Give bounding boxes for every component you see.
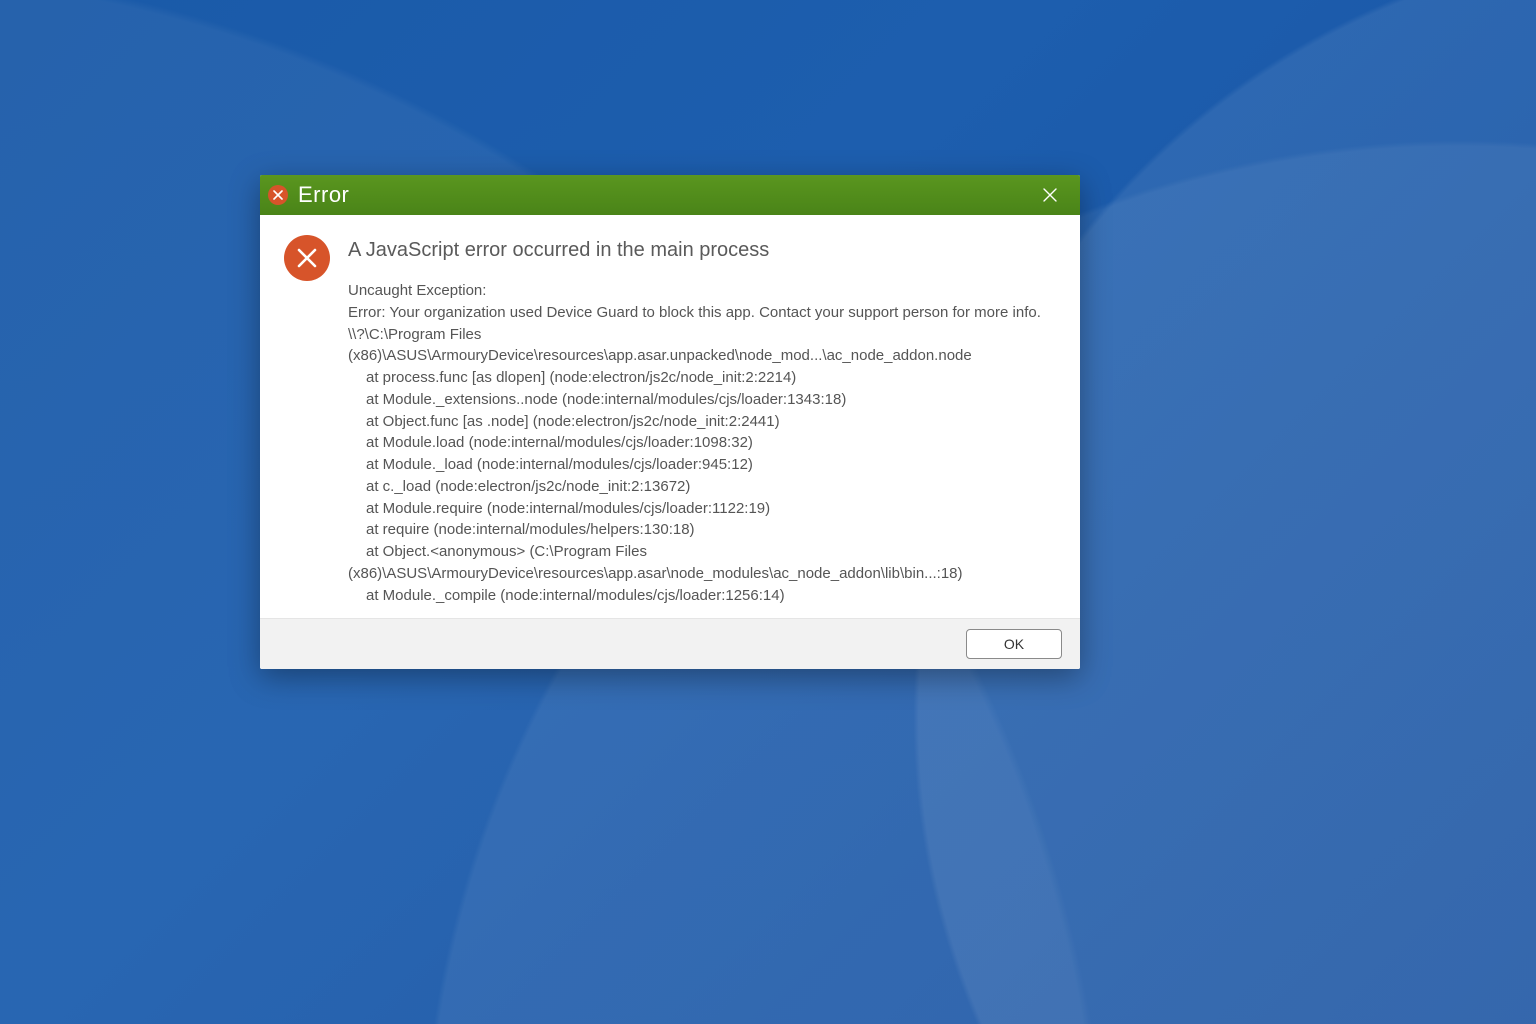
stack-line: at require (node:internal/modules/helper… — [348, 519, 1056, 541]
stack-line: at Object.func [as .node] (node:electron… — [348, 411, 1056, 433]
stack-line: at c._load (node:electron/js2c/node_init… — [348, 476, 1056, 498]
dialog-title: Error — [298, 182, 1030, 208]
error-icon — [284, 235, 330, 281]
stack-trace: Uncaught Exception: Error: Your organiza… — [348, 280, 1056, 606]
stack-line: at Module._load (node:internal/modules/c… — [348, 454, 1056, 476]
error-path: \\?\C:\Program Files (x86)\ASUS\ArmouryD… — [348, 324, 1056, 368]
stack-line: at Module.require (node:internal/modules… — [348, 498, 1056, 520]
stack-line: at Module.load (node:internal/modules/cj… — [348, 432, 1056, 454]
stack-line-wrapped: at Object.<anonymous> (C:\Program Files … — [348, 541, 1056, 585]
exception-label: Uncaught Exception: — [348, 280, 1056, 302]
dialog-content: A JavaScript error occurred in the main … — [348, 233, 1056, 606]
ok-button[interactable]: OK — [966, 629, 1062, 659]
stack-line: at process.func [as dlopen] (node:electr… — [348, 367, 1056, 389]
dialog-footer: OK — [260, 618, 1080, 669]
stack-line: at Module._compile (node:internal/module… — [348, 585, 1056, 607]
error-message: Error: Your organization used Device Gua… — [348, 302, 1056, 324]
close-button[interactable] — [1030, 175, 1070, 215]
error-heading: A JavaScript error occurred in the main … — [348, 239, 1056, 262]
stack-line: at Module._extensions..node (node:intern… — [348, 389, 1056, 411]
dialog-body: A JavaScript error occurred in the main … — [260, 215, 1080, 618]
titlebar[interactable]: Error — [260, 175, 1080, 215]
titlebar-error-icon — [268, 185, 288, 205]
error-dialog: Error A JavaScript error occurred in the… — [260, 175, 1080, 669]
